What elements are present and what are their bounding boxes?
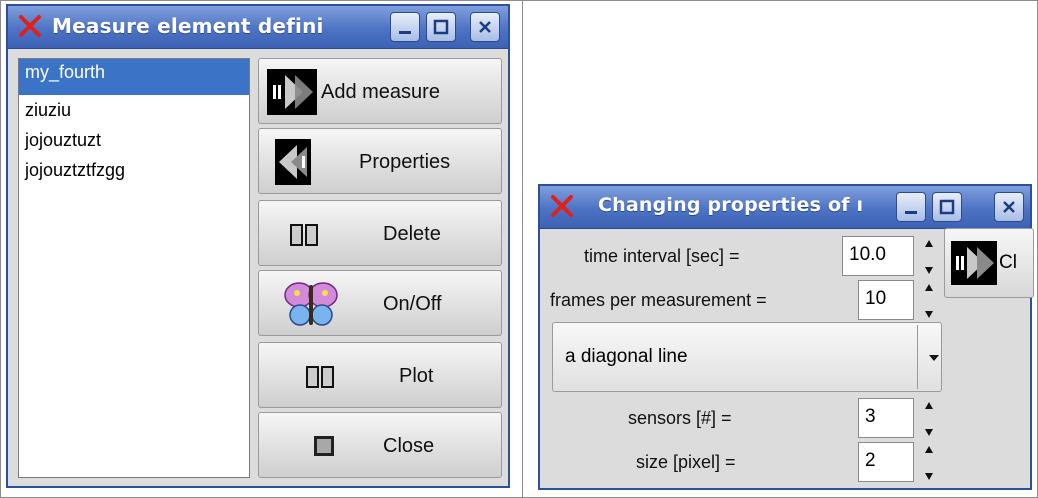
shape-dropdown[interactable]: a diagonal line — [552, 322, 942, 392]
dropdown-separator — [917, 325, 918, 389]
forward-arrow-icon — [267, 69, 317, 115]
maximize-button[interactable] — [932, 192, 962, 222]
red-x-icon — [551, 195, 573, 217]
sensors-label: sensors [#] = — [628, 408, 732, 428]
pause-icon — [306, 366, 334, 388]
minimize-icon — [399, 31, 411, 34]
close-button-partial[interactable]: Cl — [944, 228, 1034, 298]
titlebar[interactable]: Changing properties of ı — [540, 186, 1030, 229]
frames-label: frames per measurement = — [550, 290, 767, 310]
minimize-button[interactable] — [896, 192, 926, 222]
frame-divider — [522, 0, 523, 498]
list-item[interactable]: jojouztztfzgg — [19, 155, 249, 185]
size-field[interactable]: 2 — [858, 442, 914, 482]
shape-dropdown-value: a diagonal line — [565, 346, 688, 367]
stop-icon — [314, 436, 334, 456]
on-off-label: On/Off — [383, 293, 442, 315]
minimize-button[interactable] — [390, 12, 420, 42]
size-spinner[interactable] — [922, 444, 936, 482]
close-label: Close — [383, 435, 435, 457]
add-measure-button[interactable]: Add measure — [258, 58, 502, 124]
maximize-button[interactable] — [426, 12, 456, 42]
properties-label: Properties — [359, 151, 451, 173]
list-item[interactable]: my_fourth — [19, 59, 249, 95]
delete-label: Delete — [383, 223, 441, 245]
backward-arrow-icon — [275, 139, 311, 185]
time-interval-label: time interval [sec] = — [584, 246, 740, 266]
close-icon — [479, 21, 491, 33]
add-measure-label: Add measure — [321, 81, 440, 103]
delete-button[interactable]: Delete — [258, 200, 502, 266]
list-item[interactable]: ziuziu — [19, 95, 249, 125]
pause-icon — [290, 224, 318, 246]
frames-field[interactable]: 10 — [858, 280, 914, 320]
chevron-down-icon — [929, 355, 939, 361]
maximize-icon — [939, 199, 955, 215]
changing-properties-window: Changing properties of ı time interval [… — [538, 184, 1034, 490]
time-interval-field[interactable]: 10.0 — [842, 236, 914, 276]
plot-label: Plot — [399, 365, 434, 387]
measure-element-window: Measure element defini my_fourth ziuziu … — [6, 4, 510, 488]
maximize-icon — [433, 19, 449, 35]
on-off-button[interactable]: On/Off — [258, 270, 502, 336]
sensors-spinner[interactable] — [922, 400, 936, 438]
close-icon — [1003, 201, 1015, 213]
close-dialog-button[interactable]: Close — [258, 412, 502, 478]
window-title: Measure element defini — [52, 14, 324, 38]
measure-list[interactable]: my_fourth ziuziu jojouztuzt jojouztztfzg… — [18, 58, 250, 478]
minimize-icon — [905, 211, 917, 214]
properties-button[interactable]: Properties — [258, 128, 502, 194]
plot-button[interactable]: Plot — [258, 342, 502, 408]
close-button-label: Cl — [999, 252, 1017, 273]
list-item[interactable]: jojouztuzt — [19, 125, 249, 155]
size-label: size [pixel] = — [636, 452, 736, 472]
sensors-field[interactable]: 3 — [858, 398, 914, 438]
red-x-icon — [19, 15, 41, 37]
butterfly-icon — [284, 282, 338, 326]
titlebar[interactable]: Measure element defini — [8, 6, 508, 49]
time-interval-spinner[interactable] — [922, 238, 936, 276]
close-button[interactable] — [470, 12, 500, 42]
forward-arrow-icon — [951, 241, 997, 285]
frames-spinner[interactable] — [922, 282, 936, 320]
close-button[interactable] — [994, 192, 1024, 222]
window-title: Changing properties of ı — [598, 194, 864, 216]
